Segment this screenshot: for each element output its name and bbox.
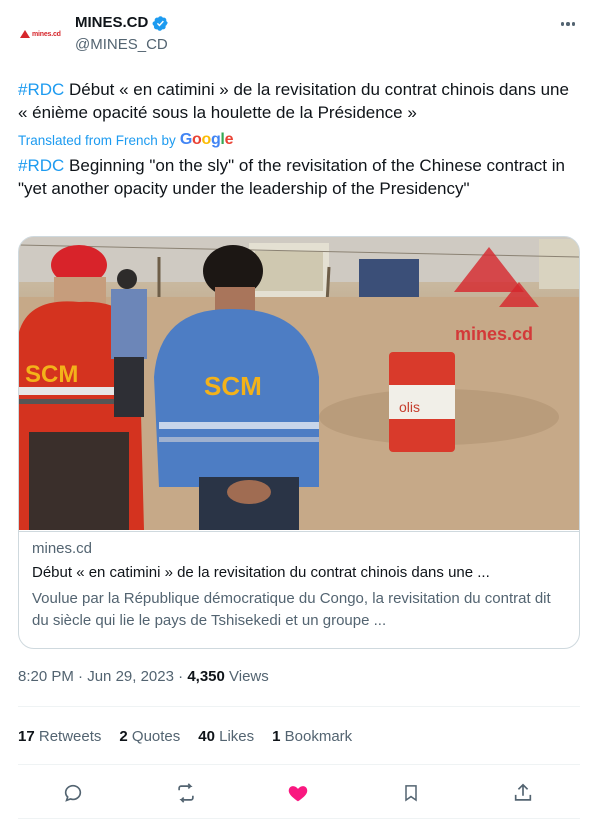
card-photo: olis mines.cd SCM SCM [19, 237, 579, 530]
views-label: Views [224, 668, 269, 685]
mines-cd-logo-icon: mines.cd [20, 28, 61, 40]
jacket-logo-right: SCM [204, 371, 262, 401]
card-domain: mines.cd [32, 540, 93, 557]
bookmarks-stat[interactable]: 1 Bookmark [272, 728, 352, 745]
views-count: 4,350 [187, 668, 225, 685]
meta-separator: · [173, 668, 188, 685]
link-card[interactable]: olis mines.cd SCM SCM mines.cd Début « e… [18, 236, 580, 649]
quotes-stat[interactable]: 2 Quotes [119, 728, 180, 745]
action-bar [18, 776, 580, 810]
likes-stat[interactable]: 40 Likes [198, 728, 254, 745]
meta-separator: · [73, 668, 88, 685]
engagement-stats: 17 Retweets 2 Quotes 40 Likes 1 Bookmark [18, 728, 370, 745]
card-title: Début « en catimini » de la revisitation… [32, 564, 490, 581]
translated-text: #RDC Beginning "on the sly" of the revis… [18, 155, 578, 200]
like-heart-icon[interactable] [285, 780, 311, 806]
translated-hashtag-link[interactable]: #RDC [18, 156, 64, 175]
card-description: Voulue par la République démocratique du… [32, 590, 551, 629]
translation-attribution[interactable]: Translated from French by Google [18, 131, 233, 149]
verified-badge-icon [152, 15, 169, 31]
handle[interactable]: @MINES_CD [75, 35, 169, 55]
divider [18, 764, 580, 765]
reply-icon[interactable] [60, 780, 86, 806]
divider [18, 706, 580, 707]
tweet-time[interactable]: 8:20 PM [18, 668, 74, 685]
translated-label: Translated from French by [18, 132, 176, 148]
author-names: MINES.CD @MINES_CD [75, 13, 169, 55]
hashtag-link[interactable]: #RDC [18, 80, 64, 99]
tweet-meta: 8:20 PM · Jun 29, 2023 · 4,350 Views [18, 668, 269, 685]
retweets-stat[interactable]: 17 Retweets [18, 728, 101, 745]
tweet-text: #RDC Début « en catimini » de la revisit… [18, 78, 580, 124]
card-image[interactable]: olis mines.cd SCM SCM [19, 237, 579, 530]
translated-body: Beginning "on the sly" of the revisitati… [18, 156, 565, 198]
svg-text:mines.cd: mines.cd [455, 324, 533, 344]
tweet-date[interactable]: Jun 29, 2023 [87, 668, 174, 685]
retweet-icon[interactable] [173, 780, 199, 806]
barrel-label: olis [399, 399, 420, 415]
tweet-body: Début « en catimini » de la revisitation… [18, 80, 569, 122]
card-meta[interactable]: mines.cd Début « en catimini » de la rev… [19, 531, 579, 648]
more-options-icon[interactable] [556, 14, 580, 34]
share-icon[interactable] [510, 780, 536, 806]
bookmark-icon[interactable] [398, 780, 424, 806]
tweet-header: mines.cd MINES.CD @MINES_CD [18, 10, 580, 58]
display-name[interactable]: MINES.CD [75, 13, 169, 33]
google-logo-icon: Google [179, 131, 234, 148]
jacket-logo-left: SCM [25, 361, 78, 388]
avatar[interactable]: mines.cd [18, 14, 61, 54]
